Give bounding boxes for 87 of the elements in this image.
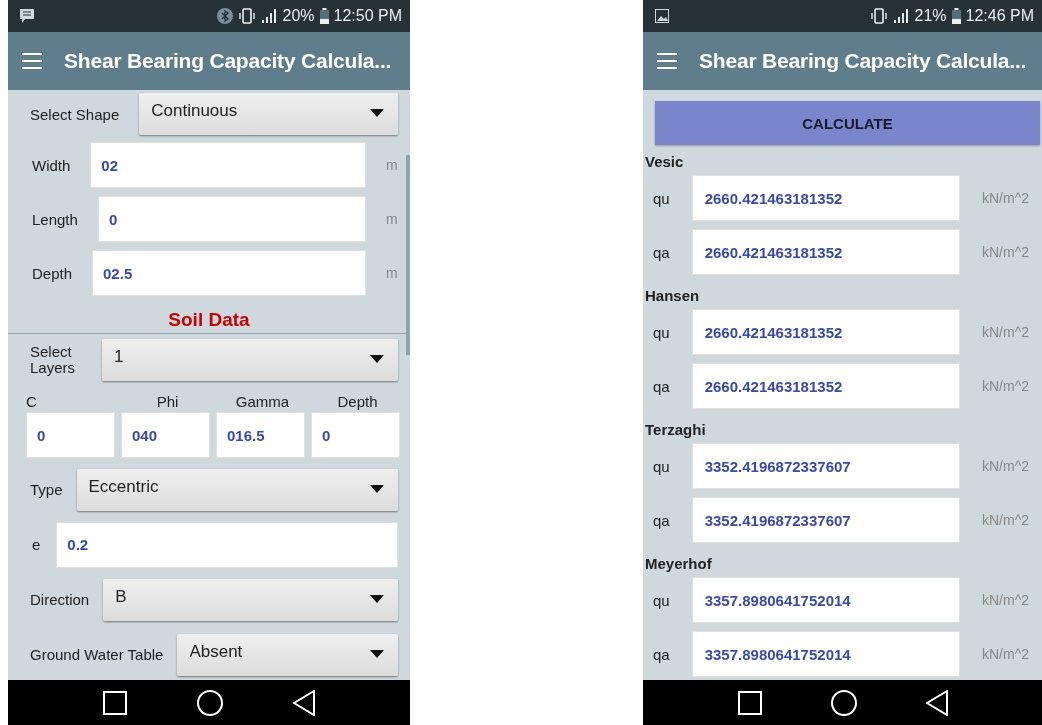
app-title: Shear Bearing Capacity Calcula... <box>699 49 1027 73</box>
field-label: Direction <box>30 591 90 608</box>
battery-icon <box>319 8 329 24</box>
battery-icon <box>951 8 961 24</box>
field-label: qa <box>653 243 670 261</box>
unit-label: kN/m^2 <box>982 592 1030 608</box>
input-field[interactable]: 0 <box>26 412 115 458</box>
unit-label: m <box>386 211 398 227</box>
unit-label: kN/m^2 <box>982 646 1030 662</box>
dropdown-caret-icon <box>370 649 384 658</box>
field-label: Depth <box>32 264 73 282</box>
column-label: Gamma <box>234 392 290 410</box>
field-label: qu <box>653 189 670 207</box>
input-field[interactable]: 0.2 <box>56 521 398 568</box>
battery-percentage: 20% <box>282 7 315 25</box>
column-label: C <box>26 392 37 410</box>
field-label: Ground Water Table <box>30 646 164 663</box>
result-field[interactable]: 2660.421463181352 <box>691 229 960 275</box>
field-label: Width <box>32 156 71 174</box>
dropdown[interactable]: Eccentric <box>76 468 398 511</box>
unit-label: kN/m^2 <box>982 244 1030 260</box>
calculate-button[interactable]: CALCULATE <box>655 101 1040 145</box>
dropdown-caret-icon <box>370 484 384 493</box>
field-label: qa <box>653 377 670 395</box>
unit-label: kN/m^2 <box>982 458 1030 474</box>
message-icon <box>20 9 34 23</box>
result-field[interactable]: 2660.421463181352 <box>691 175 960 221</box>
battery-percentage: 21% <box>914 7 947 25</box>
back-icon[interactable] <box>293 689 315 716</box>
field-label: Type <box>30 481 63 498</box>
section-heading: Soil Data <box>168 309 250 331</box>
method-heading: Meyerhof <box>644 554 713 573</box>
input-field[interactable]: 02 <box>90 142 366 188</box>
field-label: Select Shape <box>30 105 120 123</box>
home-icon[interactable] <box>830 689 857 716</box>
dropdown[interactable]: B <box>103 578 398 621</box>
unit-label: m <box>386 157 398 173</box>
input-field[interactable]: 02.5 <box>92 250 366 296</box>
clock-time: 12:46 PM <box>965 7 1034 25</box>
app-title: Shear Bearing Capacity Calcula... <box>64 49 392 73</box>
unit-label: m <box>386 265 398 281</box>
result-field[interactable]: 3357.8980641752014 <box>691 577 960 623</box>
field-label: e <box>32 536 41 553</box>
dropdown-caret-icon <box>370 355 384 363</box>
dropdown[interactable]: Continuous <box>139 93 398 135</box>
method-heading: Terzaghi <box>644 420 707 439</box>
image-icon <box>655 9 669 23</box>
input-field[interactable]: 040 <box>121 412 210 458</box>
result-field[interactable]: 2660.421463181352 <box>691 309 960 355</box>
field-label: qa <box>653 645 670 663</box>
dropdown[interactable]: 1 <box>102 339 398 381</box>
unit-label: kN/m^2 <box>982 512 1030 528</box>
column-label: Depth <box>336 392 378 410</box>
column-label: Phi <box>155 392 179 410</box>
recent-apps-icon[interactable] <box>737 690 762 715</box>
vibrate-icon <box>870 8 889 24</box>
input-field[interactable]: 0 <box>311 412 400 458</box>
signal-icon <box>261 9 278 23</box>
menu-icon[interactable] <box>657 53 677 69</box>
method-heading: Hansen <box>644 286 701 305</box>
result-field[interactable]: 3352.4196872337607 <box>691 497 960 543</box>
field-label: qu <box>653 591 670 609</box>
home-icon[interactable] <box>197 689 223 716</box>
unit-label: kN/m^2 <box>982 324 1030 340</box>
method-heading: Vesic <box>644 152 685 171</box>
clock-time: 12:50 PM <box>333 7 402 25</box>
field-label: qa <box>653 511 670 529</box>
result-field[interactable]: 3352.4196872337607 <box>691 443 960 489</box>
menu-icon[interactable] <box>22 53 42 69</box>
scrollbar[interactable] <box>406 155 410 355</box>
vibrate-icon <box>238 8 257 24</box>
result-field[interactable]: 2660.421463181352 <box>691 363 960 409</box>
unit-label: kN/m^2 <box>982 190 1030 206</box>
input-field[interactable]: 0 <box>97 196 366 242</box>
field-label: qu <box>653 323 670 341</box>
back-icon[interactable] <box>925 689 948 716</box>
input-field[interactable]: 016.5 <box>216 412 305 458</box>
result-field[interactable]: 3357.8980641752014 <box>691 631 960 677</box>
field-label: Length <box>32 210 78 228</box>
dropdown-caret-icon <box>370 109 384 117</box>
field-label: qu <box>653 457 670 475</box>
unit-label: kN/m^2 <box>982 378 1030 394</box>
signal-icon <box>893 9 910 23</box>
field-label: Select Layers <box>30 344 77 376</box>
dropdown-caret-icon <box>370 594 384 603</box>
recent-apps-icon[interactable] <box>103 690 127 715</box>
dropdown[interactable]: Absent <box>177 633 398 676</box>
